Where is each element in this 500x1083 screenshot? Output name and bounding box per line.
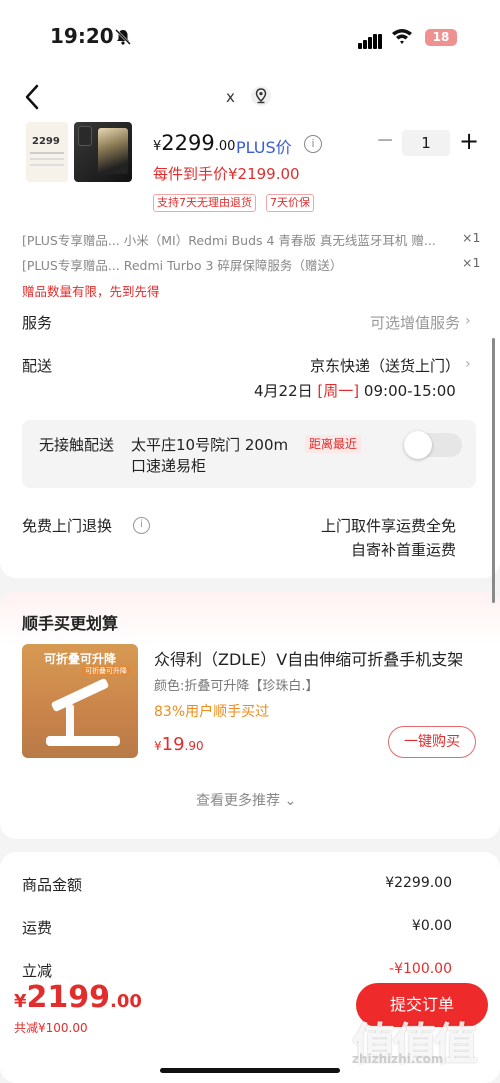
quantity-minus-button[interactable]: − xyxy=(376,128,394,153)
total-saved: 共减¥100.00 xyxy=(14,1021,88,1035)
gift-item[interactable]: [PLUS专享赠品... 小米（MI）Redmi Buds 4 青春版 真无线蓝… xyxy=(22,230,436,249)
tag-return: 支持7天无理由退货 xyxy=(153,194,256,212)
summary-value: -¥100.00 xyxy=(389,961,452,977)
home-indicator xyxy=(160,1068,340,1073)
recommend-title: 顺手买更划算 xyxy=(22,614,119,633)
summary-label: 商品金额 xyxy=(22,876,83,894)
product-price: ¥2299.00 xyxy=(153,131,236,155)
plus-price-label: PLUS价 xyxy=(236,138,292,157)
delivery-method[interactable]: 京东快递（送货上门） xyxy=(260,355,460,376)
nearest-badge: 距离最近 xyxy=(305,435,362,453)
pickup-address-line2: 口速递易柜 xyxy=(131,457,207,475)
more-recommend-link[interactable]: 查看更多推荐 ⌄ xyxy=(196,790,296,810)
service-value[interactable]: 可选增值服务 xyxy=(300,312,460,333)
signal-icon xyxy=(358,30,383,49)
pickup-address-line1: 太平庄10号院门 200m xyxy=(131,436,289,454)
bell-muted-icon xyxy=(115,29,131,45)
recommend-price: ¥19.90 xyxy=(154,734,204,755)
return-label: 免费上门退换 xyxy=(22,517,113,535)
hand-price: 每件到手价¥2199.00 xyxy=(153,165,300,183)
product-thumbnail-box[interactable]: 2299 xyxy=(26,122,68,182)
contactless-label: 无接触配送 xyxy=(39,436,115,454)
quantity-input[interactable]: 1 xyxy=(402,130,450,156)
recommend-buy-rate: 83%用户顺手买过 xyxy=(154,704,270,720)
status-time: 19:20 xyxy=(50,24,114,48)
tag-price-protect: 7天价保 xyxy=(266,194,314,212)
contactless-toggle[interactable] xyxy=(404,431,462,459)
delivery-chevron-icon[interactable]: › xyxy=(465,356,471,372)
service-label: 服务 xyxy=(22,314,53,332)
thumb-price: 2299 xyxy=(32,136,60,147)
service-chevron-icon[interactable]: › xyxy=(465,313,471,329)
back-icon[interactable] xyxy=(22,82,44,112)
product-thumbnail-phone[interactable] xyxy=(74,122,132,182)
recommend-product-spec[interactable]: 颜色:折叠可升降【珍珠白.】 xyxy=(154,675,319,694)
recommend-product-image[interactable]: 可折叠可升降 可折叠可升降 xyxy=(22,644,138,758)
header-x-label: x xyxy=(226,88,235,106)
return-line1: 上门取件享运费全免 xyxy=(320,517,456,535)
summary-value: ¥2299.00 xyxy=(385,875,452,891)
recommend-product-name[interactable]: 众得利（ZDLE）V自由伸缩可折叠手机支架 xyxy=(154,646,476,670)
one-click-buy-button[interactable]: 一键购买 xyxy=(388,726,476,758)
gift-qty: ×1 xyxy=(462,230,481,245)
contactless-delivery-card: 无接触配送 太平庄10号院门 200m 口速递易柜 距离最近 xyxy=(22,420,476,488)
quantity-plus-button[interactable]: + xyxy=(459,127,479,155)
summary-label: 运费 xyxy=(22,919,53,937)
gift-notice: 赠品数量有限，先到先得 xyxy=(22,284,160,299)
info-icon[interactable]: i xyxy=(304,135,322,153)
delivery-label: 配送 xyxy=(22,357,53,375)
location-icon[interactable] xyxy=(250,85,272,107)
return-info-icon[interactable]: i xyxy=(133,517,150,534)
watermark-url: zhizhizhi.com xyxy=(352,1052,444,1066)
gift-item[interactable]: [PLUS专享赠品... Redmi Turbo 3 碎屏保障服务（赠送） xyxy=(22,255,342,274)
battery-indicator: 18 xyxy=(425,29,457,46)
total-price: ¥2199.00 xyxy=(14,980,142,1015)
scrollbar[interactable] xyxy=(492,338,495,603)
gift-qty: ×1 xyxy=(462,255,481,270)
delivery-schedule[interactable]: 4月22日 [周一] 09:00-15:00 xyxy=(254,380,456,401)
summary-label: 立减 xyxy=(22,962,53,980)
return-line2: 自寄补首重运费 xyxy=(350,541,456,559)
summary-value: ¥0.00 xyxy=(411,918,452,934)
wifi-icon xyxy=(392,29,412,44)
